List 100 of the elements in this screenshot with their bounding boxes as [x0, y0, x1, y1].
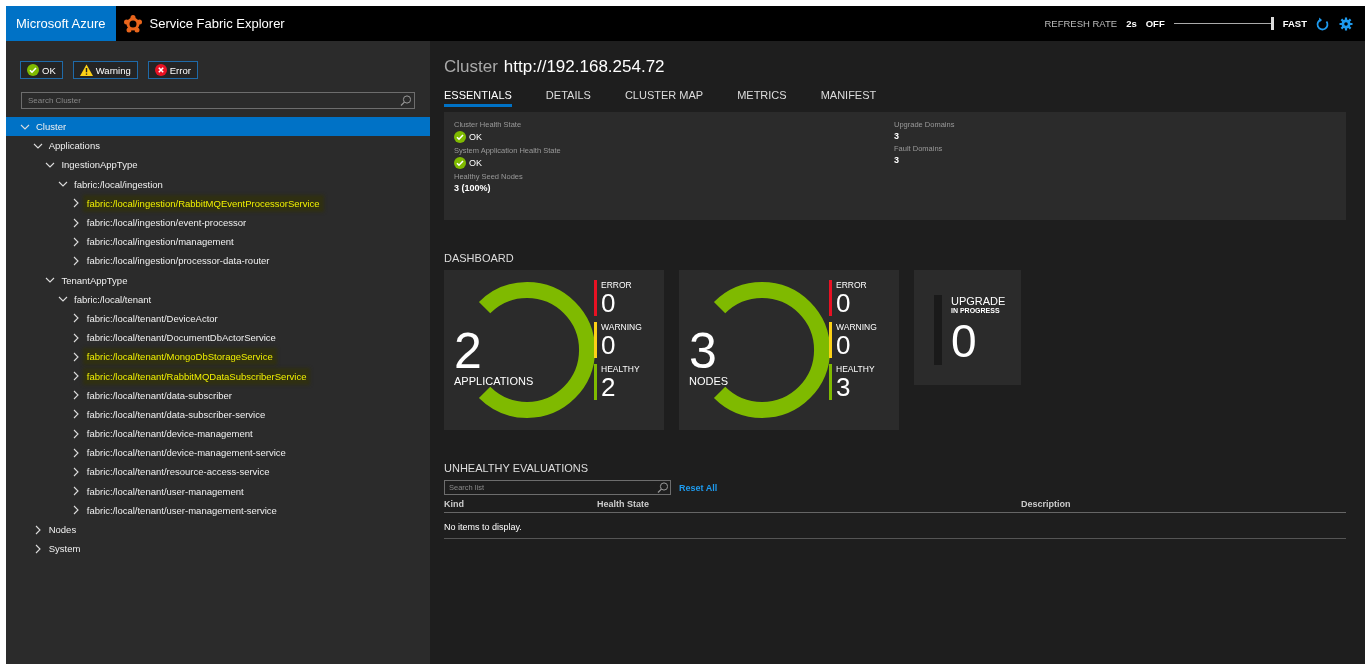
- check-circle-icon: [454, 157, 466, 169]
- stat-label: WARNING: [601, 322, 642, 332]
- tree-item[interactable]: fabric:/local/tenant/device-management: [6, 424, 430, 444]
- tree-item[interactable]: fabric:/local/tenant/user-management-service: [6, 500, 430, 520]
- stat-value: 0: [836, 290, 852, 316]
- tile-label: NODES: [689, 375, 730, 387]
- tree-item[interactable]: fabric:/local/tenant/DocumentDbActorService: [6, 328, 430, 348]
- error-filter-button[interactable]: Error: [147, 61, 198, 79]
- section-title: UNHEALTHY EVALUATIONS: [444, 462, 590, 474]
- tree-item-label: fabric:/local/tenant/MongoDbStorageService: [84, 350, 275, 364]
- tab[interactable]: MANIFEST: [820, 89, 877, 107]
- search-icon: [657, 482, 668, 493]
- stat-value: 3: [836, 374, 852, 400]
- refresh-rate-value: 2s: [1126, 18, 1137, 29]
- slider-thumb[interactable]: [1270, 17, 1274, 30]
- tree-item-label: Applications: [47, 139, 101, 153]
- check-circle-icon: [454, 131, 466, 143]
- tree-item-label: fabric:/local/tenant/device-management: [85, 427, 254, 441]
- stat-label: ERROR: [836, 280, 867, 290]
- tree-item-label: fabric:/local/tenant/user-management: [85, 484, 245, 498]
- cluster-label: Cluster: [444, 57, 498, 77]
- tile-label: APPLICATIONS: [454, 375, 535, 387]
- reset-link[interactable]: Reset All: [679, 482, 718, 493]
- column-header: Description: [1021, 499, 1072, 509]
- tree-item[interactable]: System: [6, 539, 430, 559]
- tree-item[interactable]: fabric:/local/ingestion: [6, 174, 430, 194]
- tree-item-label: fabric:/local/ingestion/management: [85, 235, 235, 249]
- stat-value: 0: [836, 332, 852, 358]
- tree-item-label: fabric:/local/ingestion/processor-data-router: [85, 254, 271, 268]
- brand-title[interactable]: Microsoft Azure: [6, 6, 116, 41]
- tab[interactable]: ESSENTIALS: [444, 89, 512, 107]
- tree-item[interactable]: fabric:/local/tenant/user-management: [6, 481, 430, 501]
- section-title: DASHBOARD: [444, 252, 515, 264]
- column-header: Health State: [597, 499, 650, 509]
- tree-item-label: fabric:/local/ingestion: [73, 177, 164, 191]
- tab[interactable]: CLUSTER MAP: [624, 89, 704, 107]
- tree-item[interactable]: fabric:/local/ingestion/processor-data-router: [6, 251, 430, 271]
- tree-item[interactable]: fabric:/local/ingestion/RabbitMQEventProcessorService: [6, 193, 430, 213]
- tree-item-label: fabric:/local/tenant/device-management-service: [85, 446, 287, 460]
- slider-min-label: OFF: [1145, 18, 1165, 29]
- tree-item[interactable]: fabric:/local/ingestion/event-processor: [6, 212, 430, 233]
- tree-item-label: fabric:/local/tenant/data-subscriber: [85, 388, 233, 402]
- tile-count: 2: [454, 327, 482, 375]
- tree-item[interactable]: fabric:/local/tenant/data-subscriber: [6, 385, 430, 405]
- stat-label: WARNING: [836, 322, 877, 332]
- check-circle-icon: [27, 64, 39, 76]
- tile-count: 0: [951, 318, 978, 364]
- stat-label: HEALTHY: [601, 364, 640, 374]
- tree-item[interactable]: IngestionAppType: [6, 155, 430, 175]
- tree-item[interactable]: TenantAppType: [6, 270, 430, 290]
- search-field[interactable]: Search Cluster: [21, 92, 415, 109]
- tile-count: 3: [689, 327, 717, 375]
- settings-icon[interactable]: [1339, 16, 1353, 31]
- tree-item[interactable]: fabric:/local/tenant/MongoDbStorageService: [6, 347, 430, 367]
- tree-item[interactable]: fabric:/local/tenant/DeviceActor: [6, 308, 430, 329]
- tree-item-label: fabric:/local/tenant/DeviceActor: [85, 311, 219, 325]
- tree-item[interactable]: Cluster: [6, 117, 430, 137]
- slider-max-label: FAST: [1282, 18, 1307, 29]
- column-header: Kind: [444, 499, 465, 509]
- field-value: 3: [894, 131, 899, 141]
- warning-icon: [79, 64, 93, 76]
- tree-item-label: fabric:/local/tenant: [73, 292, 153, 306]
- tree-item-label: fabric:/local/ingestion/RabbitMQEventProcessorService: [84, 196, 322, 210]
- refresh-rate-label: REFRESH RATE: [1044, 18, 1118, 29]
- tree-item-label: fabric:/local/tenant/resource-access-service: [85, 465, 271, 479]
- tree-item-label: IngestionAppType: [60, 158, 139, 172]
- tab[interactable]: DETAILS: [545, 89, 591, 107]
- field-value: OK: [469, 132, 482, 142]
- refresh-icon[interactable]: [1316, 16, 1330, 31]
- tree-item[interactable]: fabric:/local/tenant/device-management-service: [6, 443, 430, 463]
- tree-item-label: Cluster: [35, 120, 68, 134]
- error-icon: [154, 64, 167, 76]
- stat-value: 2: [601, 374, 617, 400]
- tree-item[interactable]: Applications: [6, 136, 430, 156]
- stat-value: 0: [601, 290, 617, 316]
- tree-item-label: fabric:/local/tenant/user-management-service: [85, 503, 278, 517]
- empty-message: No items to display.: [444, 513, 1346, 539]
- tile-title: UPGRADE: [951, 295, 1006, 307]
- ok-filter-button[interactable]: OK: [20, 61, 63, 79]
- stat-value: 0: [601, 332, 617, 358]
- field-value: 3 (100%): [454, 183, 491, 193]
- field-value: OK: [469, 158, 482, 168]
- tree-item-label: Nodes: [47, 523, 78, 537]
- tree-item[interactable]: fabric:/local/tenant/data-subscriber-service: [6, 404, 430, 424]
- app-title: Service Fabric Explorer: [149, 16, 285, 31]
- tree-item[interactable]: fabric:/local/tenant: [6, 289, 430, 309]
- tab[interactable]: METRICS: [737, 89, 787, 107]
- tree-item[interactable]: Nodes: [6, 519, 430, 540]
- tree-item[interactable]: fabric:/local/tenant/resource-access-service: [6, 462, 430, 482]
- tree-item-label: fabric:/local/tenant/data-subscriber-service: [85, 407, 267, 421]
- tree-item[interactable]: fabric:/local/ingestion/management: [6, 232, 430, 252]
- stat-label: ERROR: [601, 280, 632, 290]
- tree-item[interactable]: fabric:/local/tenant/RabbitMQDataSubscriberService: [6, 366, 430, 386]
- app-logo-icon: [123, 14, 142, 33]
- warning-filter-button[interactable]: Warning: [72, 61, 138, 79]
- tree-item-label: TenantAppType: [60, 273, 129, 287]
- stat-label: HEALTHY: [836, 364, 875, 374]
- tree-item-label: fabric:/local/ingestion/event-processor: [85, 216, 248, 230]
- cluster-address: http://192.168.254.72: [503, 57, 665, 77]
- search-icon: [400, 95, 411, 106]
